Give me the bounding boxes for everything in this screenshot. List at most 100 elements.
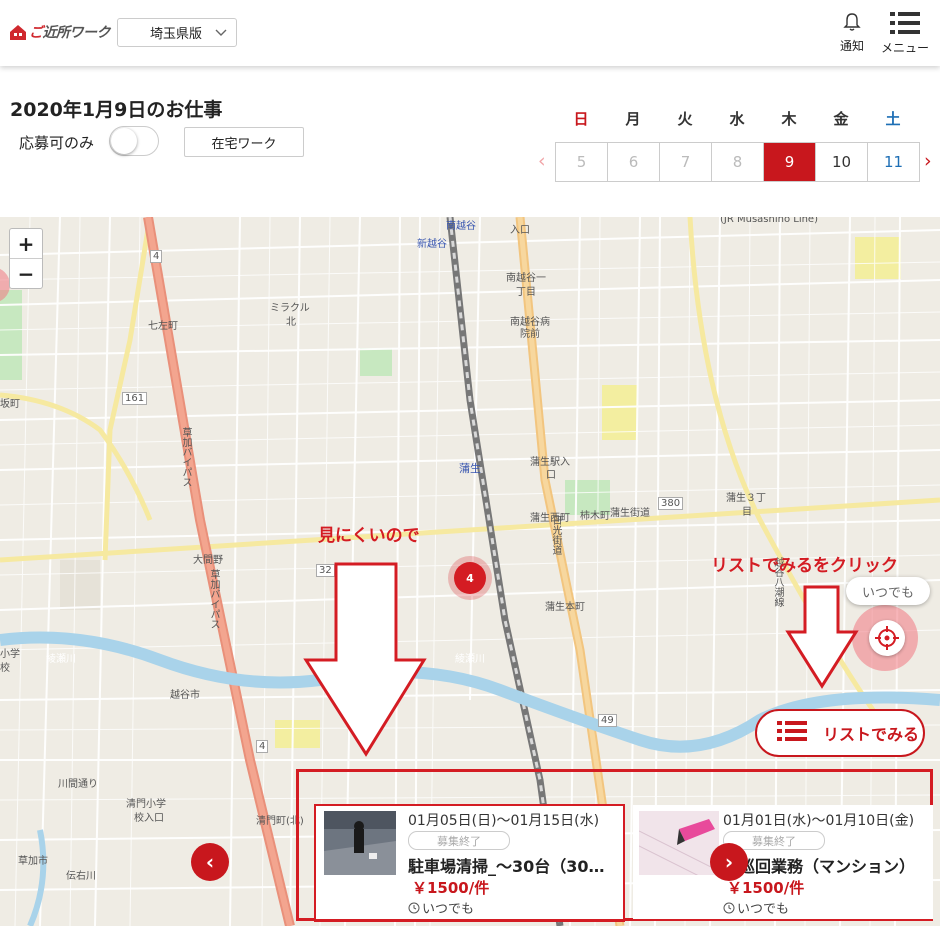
carousel-next-button[interactable]: ›	[710, 843, 748, 881]
map-label: 丁目	[516, 287, 536, 298]
job-thumbnail	[639, 811, 719, 875]
map-label: 蒲生街道	[610, 508, 650, 519]
weekday-sun: 日	[573, 110, 589, 128]
map-label: 日光街道	[550, 515, 561, 555]
current-location-button[interactable]	[852, 605, 918, 671]
prefecture-value: 埼玉県版	[150, 27, 203, 42]
map-label: 蒲生本町	[545, 602, 585, 613]
weekday-wed: 水	[729, 110, 745, 128]
map-label: 清門町(北)	[256, 816, 304, 827]
route-sign: 4	[150, 250, 163, 263]
job-thumbnail	[324, 811, 396, 875]
map-label: 校入口	[134, 813, 164, 824]
menu-label: メニュー	[881, 41, 930, 55]
route-sign: 49	[598, 714, 617, 727]
job-time: いつでも	[723, 898, 789, 917]
job-title: 家巡回業務（マンション）	[723, 857, 916, 876]
day-8[interactable]: 8	[712, 143, 764, 181]
anytime-bubble: いつでも	[846, 577, 930, 605]
clock-icon	[408, 902, 420, 913]
job-price: ￥1500/件	[727, 879, 805, 897]
job-time-label: いつでも	[737, 902, 790, 917]
map-label: 入口	[510, 225, 530, 236]
prefecture-select[interactable]: 埼玉県版	[117, 18, 237, 47]
job-time-label: いつでも	[422, 902, 475, 917]
zoom-control: + −	[9, 228, 43, 289]
map-label: 川間通り	[58, 779, 98, 790]
list-view-label: リストでみる	[823, 725, 920, 744]
remote-work-button[interactable]: 在宅ワーク	[184, 127, 304, 157]
date-selector: 5 6 7 8 9 10 11	[555, 142, 920, 182]
map-label: 草加市	[18, 856, 48, 867]
job-card[interactable]: 01月01日(水)～01月10日(金) 募集終了 家巡回業務（マンション） ￥1…	[633, 805, 933, 919]
weekday-tue: 火	[677, 110, 693, 128]
annotation-right: リストでみるをクリック	[711, 556, 898, 576]
notification-button[interactable]: 通知	[840, 12, 864, 54]
weekday-thu: 木	[781, 110, 797, 128]
map-label: 七左町	[148, 321, 178, 332]
map-label: 南越谷	[446, 221, 476, 232]
job-cluster-marker[interactable]: 4	[454, 562, 486, 594]
route-sign: 161	[122, 392, 148, 405]
map-label: 草加バイパス	[180, 427, 191, 487]
day-7[interactable]: 7	[660, 143, 712, 181]
map-label: 北	[286, 317, 296, 328]
day-5[interactable]: 5	[556, 143, 608, 181]
next-week-arrow-icon[interactable]: ›	[924, 150, 932, 172]
day-6[interactable]: 6	[608, 143, 660, 181]
house-logo-icon	[9, 23, 27, 41]
job-title: 駐車場清掃_～30台（30…	[408, 857, 605, 876]
apply-only-toggle[interactable]	[109, 126, 159, 156]
map-label: 坂町	[0, 399, 20, 410]
apply-only-label: 応募可のみ	[19, 134, 95, 152]
logo-text: ご近所ワーク	[29, 25, 110, 41]
notification-label: 通知	[840, 39, 865, 53]
map-label: 大間野	[193, 555, 223, 566]
map-label: 柿木町	[580, 511, 610, 522]
map-label: 伝右川	[66, 871, 96, 882]
list-view-button[interactable]: リストでみる	[755, 709, 925, 757]
map-label: 蒲生	[459, 462, 481, 475]
weekday-sat: 土	[885, 110, 901, 128]
route-sign: 4	[256, 740, 269, 753]
map-label: 綾瀬川	[46, 654, 76, 665]
day-10[interactable]: 10	[816, 143, 868, 181]
carousel-prev-button[interactable]: ‹	[191, 843, 229, 881]
job-price: ￥1500/件	[412, 879, 490, 897]
hamburger-menu-icon	[890, 12, 920, 34]
map-label: 小学	[0, 649, 20, 660]
prev-week-arrow-icon[interactable]: ‹	[538, 150, 546, 172]
zoom-in-button[interactable]: +	[10, 229, 42, 259]
job-time: いつでも	[408, 898, 474, 917]
map-label: 院前	[520, 329, 540, 340]
toggle-knob	[111, 128, 137, 154]
map-label: ミラクル	[270, 303, 310, 314]
map-label: 清門小学	[126, 799, 166, 810]
map-label: 目	[742, 507, 752, 518]
map-label: 綾瀬川	[455, 654, 485, 665]
map-label: (JR Musashino Line)	[720, 217, 818, 225]
site-logo[interactable]: ご近所ワーク	[9, 20, 110, 44]
weekday-header: 日 月 火 水 木 金 土	[555, 108, 919, 129]
job-period: 01月01日(水)～01月10日(金)	[723, 813, 915, 829]
map-label: 蒲生３丁	[726, 493, 766, 504]
route-sign: 380	[658, 497, 684, 510]
chevron-down-icon	[215, 27, 227, 42]
map-label: 草加バイパス	[208, 569, 219, 629]
weekday-mon: 月	[625, 110, 641, 128]
day-11[interactable]: 11	[868, 143, 919, 181]
zoom-out-button[interactable]: −	[10, 259, 42, 288]
bell-icon	[843, 13, 861, 31]
menu-button[interactable]: メニュー	[881, 12, 929, 56]
route-sign: 32	[316, 564, 335, 577]
map-label: 越谷市	[170, 690, 200, 701]
job-card[interactable]: 01月05日(日)～01月15日(水) 募集終了 駐車場清掃_～30台（30… …	[316, 805, 624, 919]
clock-icon	[723, 902, 735, 913]
app-header: ご近所ワーク 埼玉県版 通知 メニュー	[0, 0, 940, 66]
job-period: 01月05日(日)～01月15日(水)	[408, 813, 600, 829]
map-label: 南越谷一	[506, 273, 546, 284]
map-label: 新越谷	[417, 239, 447, 250]
weekday-fri: 金	[833, 110, 849, 128]
crosshair-icon	[869, 620, 905, 656]
day-9-selected[interactable]: 9	[764, 143, 816, 181]
